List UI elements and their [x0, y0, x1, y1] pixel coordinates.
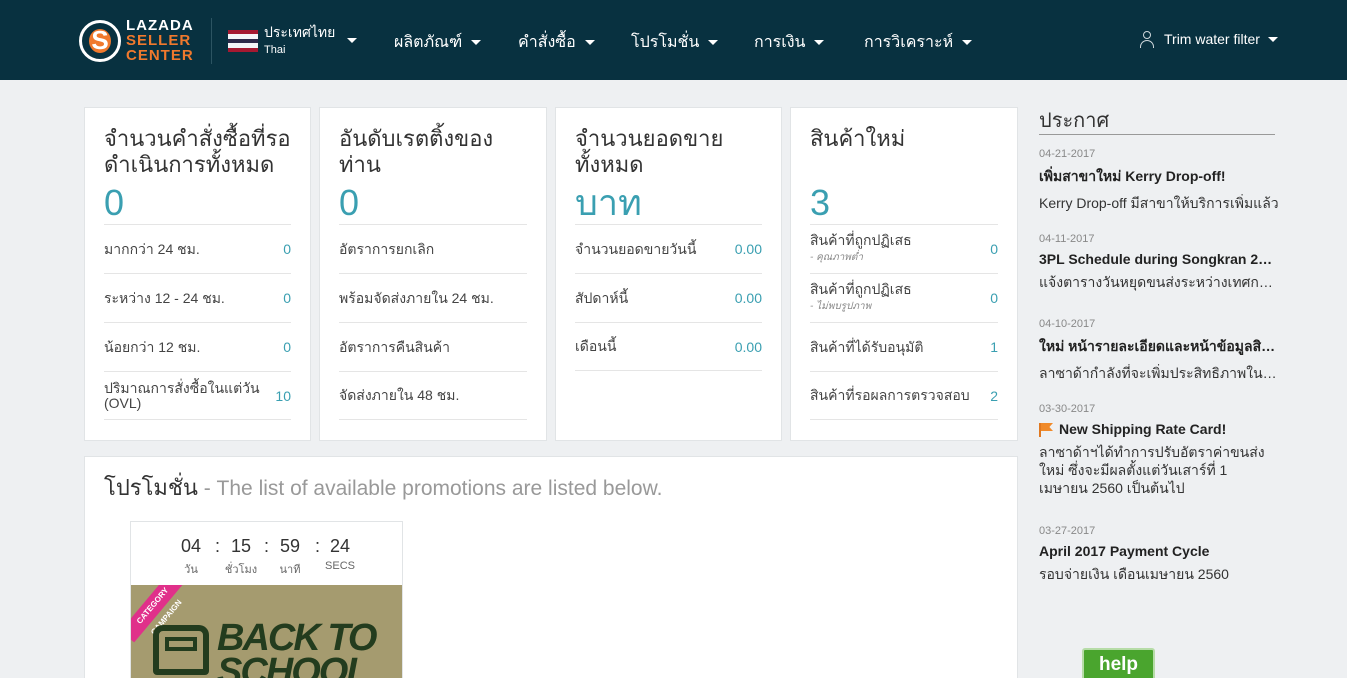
logo-mark: S	[79, 20, 121, 62]
card-value: 3	[810, 182, 831, 223]
total-sales-card: จำนวนยอดขายทั้งหมด บาท จำนวนยอดขายวันนี้…	[555, 107, 782, 441]
nav-products[interactable]: ผลิตภัณฑ์	[394, 30, 482, 55]
stat-row[interactable]: สินค้าที่ได้รับอนุมัติ 1	[810, 322, 998, 371]
help-button[interactable]: help	[1082, 648, 1155, 678]
chevron-down-icon	[962, 40, 973, 45]
chevron-down-icon	[814, 40, 825, 45]
logo-text: LAZADA SELLER CENTER	[126, 17, 194, 64]
user-menu[interactable]: Trim water filter	[1138, 30, 1278, 48]
stat-row[interactable]: พร้อมจัดส่งภายใน 24 ชม.	[339, 273, 527, 322]
lazada-seller-center-logo[interactable]: S LAZADA SELLER CENTER	[79, 18, 201, 63]
card-value: 0	[339, 182, 360, 223]
chevron-down-icon	[471, 40, 482, 45]
divider	[1039, 134, 1275, 135]
thailand-flag-icon	[228, 30, 258, 52]
card-value: 0	[104, 182, 125, 223]
promotion-card[interactable]: 04 วัน : 15 ชั่วโมง : 59 นาที : 24 SECS …	[130, 521, 403, 678]
stat-row[interactable]: ระหว่าง 12 - 24 ชม. 0	[104, 273, 291, 322]
card-title: สินค้าใหม่	[810, 126, 906, 151]
stat-row[interactable]: สัปดาห์นี้ 0.00	[575, 273, 762, 322]
countdown-timer: 04 วัน : 15 ชั่วโมง : 59 นาที : 24 SECS	[180, 536, 355, 576]
new-products-card: สินค้าใหม่ 3 สินค้าที่ถูกปฏิเสธ - คุณภาพต…	[790, 107, 1018, 441]
announcements-title: ประกาศ	[1039, 110, 1110, 132]
card-value: บาท	[575, 182, 642, 223]
seller-rating-card: อันดับเรตติ้งของท่าน 0 อัตราการยกเลิก พร…	[319, 107, 547, 441]
pending-orders-card: จำนวนคำสั่งซื้อที่รอดำเนินการทั้งหมด 0 ม…	[84, 107, 311, 441]
country-name: ประเทศไทย	[264, 24, 336, 40]
country-language: Thai	[264, 44, 286, 56]
school-bus-icon	[153, 625, 209, 675]
nav-orders[interactable]: คำสั่งซื้อ	[518, 30, 595, 55]
banner-text: BACK TO SCHOOL	[217, 617, 377, 678]
stat-row[interactable]: น้อยกว่า 12 ชม. 0	[104, 322, 291, 371]
top-navbar: S LAZADA SELLER CENTER ประเทศไทย Thai ผล…	[0, 0, 1347, 80]
flag-icon	[1039, 423, 1053, 437]
promotions-panel: โปรโมชั่น - The list of available promot…	[84, 456, 1018, 678]
nav-analytics[interactable]: การวิเคราะห์	[864, 30, 973, 55]
announcement-item[interactable]: 03-30-2017 New Shipping Rate Card! ลาซาด…	[1039, 403, 1279, 497]
chevron-down-icon	[584, 40, 595, 45]
card-title: จำนวนยอดขายทั้งหมด	[575, 126, 724, 177]
stat-row[interactable]: สินค้าที่ถูกปฏิเสธ - ไม่พบรูปภาพ 0	[810, 273, 998, 322]
nav-finance[interactable]: การเงิน	[754, 30, 825, 55]
stat-row[interactable]: จัดส่งภายใน 48 ชม.	[339, 371, 527, 420]
user-icon	[1138, 30, 1156, 48]
announcement-item[interactable]: 04-10-2017 ใหม่ หน้ารายละเอียดและหน้าข้อ…	[1039, 318, 1279, 382]
card-title: จำนวนคำสั่งซื้อที่รอดำเนินการทั้งหมด	[104, 126, 291, 177]
stat-row[interactable]: สินค้าที่รอผลการตรวจสอบ 2	[810, 371, 998, 420]
stat-row[interactable]: เดือนนี้ 0.00	[575, 322, 762, 371]
announcement-item[interactable]: 04-21-2017 เพิ่มสาขาใหม่ Kerry Drop-off!…	[1039, 148, 1279, 212]
stat-row[interactable]: สินค้าที่ถูกปฏิเสธ - คุณภาพต่ำ 0	[810, 224, 998, 273]
promotion-banner[interactable]: CATEGORY CAMPAIGN BACK TO SCHOOL	[131, 585, 402, 678]
stat-row[interactable]: มากกว่า 24 ชม. 0	[104, 224, 291, 273]
stat-row[interactable]: อัตราการคืนสินค้า	[339, 322, 527, 371]
logo-divider	[211, 18, 212, 64]
promotions-title: โปรโมชั่น - The list of available promot…	[104, 475, 663, 500]
announcement-item[interactable]: 04-11-2017 3PL Schedule during Songkran …	[1039, 233, 1279, 291]
stat-row[interactable]: อัตราการยกเลิก	[339, 224, 527, 273]
stat-row[interactable]: ปริมาณการสั่งซื้อในแต่วัน (OVL) 10	[104, 371, 291, 420]
nav-promotions[interactable]: โปรโมชั่น	[631, 30, 719, 55]
card-title: อันดับเรตติ้งของท่าน	[339, 126, 494, 177]
chevron-down-icon	[347, 38, 357, 43]
announcement-item[interactable]: 03-27-2017 April 2017 Payment Cycle รอบจ…	[1039, 525, 1279, 583]
chevron-down-icon	[1267, 36, 1278, 42]
chevron-down-icon	[708, 40, 719, 45]
stat-row[interactable]: จำนวนยอดขายวันนี้ 0.00	[575, 224, 762, 273]
country-selector[interactable]: ประเทศไทย Thai	[228, 20, 363, 60]
user-name: Trim water filter	[1164, 31, 1260, 47]
